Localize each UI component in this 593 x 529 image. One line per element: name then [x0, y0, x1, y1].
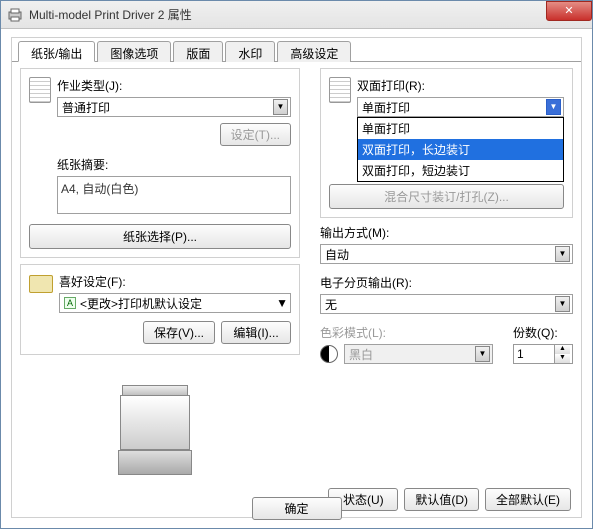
duplex-option-long-edge[interactable]: 双面打印，长边装订: [358, 139, 563, 160]
favorites-group: 喜好设定(F): A <更改>打印机默认设定 ▼ 保存(V)... 编辑(I).…: [20, 264, 300, 355]
favorites-a-icon: A: [64, 297, 76, 309]
ok-button[interactable]: 确定: [252, 497, 342, 520]
bw-icon: [320, 345, 338, 363]
paper-summary-text: A4, 自动(白色): [57, 176, 291, 214]
tab-advanced[interactable]: 高级设定: [277, 41, 351, 62]
printer-preview-image: [100, 365, 220, 485]
output-method-label: 输出方式(M):: [320, 224, 573, 241]
paper-select-button[interactable]: 纸张选择(P)...: [29, 224, 291, 249]
collate-value: 无: [325, 296, 337, 313]
duplex-option-short-edge[interactable]: 双面打印，短边装订: [358, 160, 563, 181]
collate-label: 电子分页输出(R):: [320, 274, 573, 291]
favorites-save-button[interactable]: 保存(V)...: [143, 321, 215, 344]
favorites-label: 喜好设定(F):: [59, 273, 291, 290]
document-icon: [329, 77, 351, 103]
content-frame: 纸张/输出 图像选项 版面 水印 高级设定 作业类型(J): 普通打印 ▼: [11, 37, 582, 518]
chevron-down-icon: ▼: [475, 346, 490, 362]
duplex-select[interactable]: 单面打印 ▼: [357, 97, 564, 117]
favorites-edit-button[interactable]: 编辑(I)...: [221, 321, 291, 344]
duplex-group: 双面打印(R): 单面打印 ▼ 单面打印 双面打印，长边装订 双面打印，短边装订: [320, 68, 573, 218]
close-button[interactable]: ✕: [546, 1, 592, 21]
collate-select[interactable]: 无 ▼: [320, 294, 573, 314]
job-type-value: 普通打印: [62, 99, 110, 116]
tab-paper-output[interactable]: 纸张/输出: [18, 41, 95, 62]
duplex-dropdown-list: 单面打印 双面打印，长边装订 双面打印，短边装订: [357, 117, 564, 182]
tab-bar: 纸张/输出 图像选项 版面 水印 高级设定: [12, 38, 581, 62]
chevron-down-icon: ▼: [555, 246, 570, 262]
printer-icon: [7, 7, 23, 23]
copies-up-button[interactable]: ▲: [554, 345, 570, 354]
chevron-down-icon: ▼: [555, 296, 570, 312]
job-type-select[interactable]: 普通打印 ▼: [57, 97, 291, 117]
tab-layout[interactable]: 版面: [173, 41, 223, 62]
folder-icon: [29, 275, 53, 293]
favorites-select[interactable]: A <更改>打印机默认设定 ▼: [59, 293, 291, 313]
copies-down-button[interactable]: ▼: [554, 354, 570, 363]
copies-label: 份数(Q):: [513, 324, 573, 341]
duplex-value: 单面打印: [362, 99, 410, 116]
copies-input[interactable]: [514, 345, 554, 363]
color-mode-select: 黑白 ▼: [344, 344, 493, 364]
chevron-down-icon: ▼: [546, 99, 561, 115]
tab-image-options[interactable]: 图像选项: [97, 41, 171, 62]
document-icon: [29, 77, 51, 103]
color-mode-label: 色彩模式(L):: [320, 324, 493, 341]
titlebar: Multi-model Print Driver 2 属性 ✕: [1, 1, 592, 29]
duplex-option-single[interactable]: 单面打印: [358, 118, 563, 139]
window-title: Multi-model Print Driver 2 属性: [29, 6, 192, 23]
favorites-value: <更改>打印机默认设定: [80, 295, 276, 312]
paper-summary-label: 纸张摘要:: [57, 156, 291, 173]
mixed-size-button[interactable]: 混合尺寸装订/打孔(Z)...: [329, 184, 564, 209]
copies-stepper[interactable]: ▲ ▼: [513, 344, 573, 364]
output-method-select[interactable]: 自动 ▼: [320, 244, 573, 264]
job-settings-button[interactable]: 设定(T)...: [220, 123, 291, 146]
color-mode-value: 黑白: [349, 346, 373, 363]
tab-watermark[interactable]: 水印: [225, 41, 275, 62]
job-type-label: 作业类型(J):: [57, 77, 291, 94]
job-type-group: 作业类型(J): 普通打印 ▼ 设定(T)... 纸张摘要: A4, 自动(白色…: [20, 68, 300, 258]
chevron-down-icon: ▼: [276, 296, 288, 310]
duplex-label: 双面打印(R):: [357, 77, 564, 94]
chevron-down-icon: ▼: [273, 99, 288, 115]
output-method-value: 自动: [325, 246, 349, 263]
